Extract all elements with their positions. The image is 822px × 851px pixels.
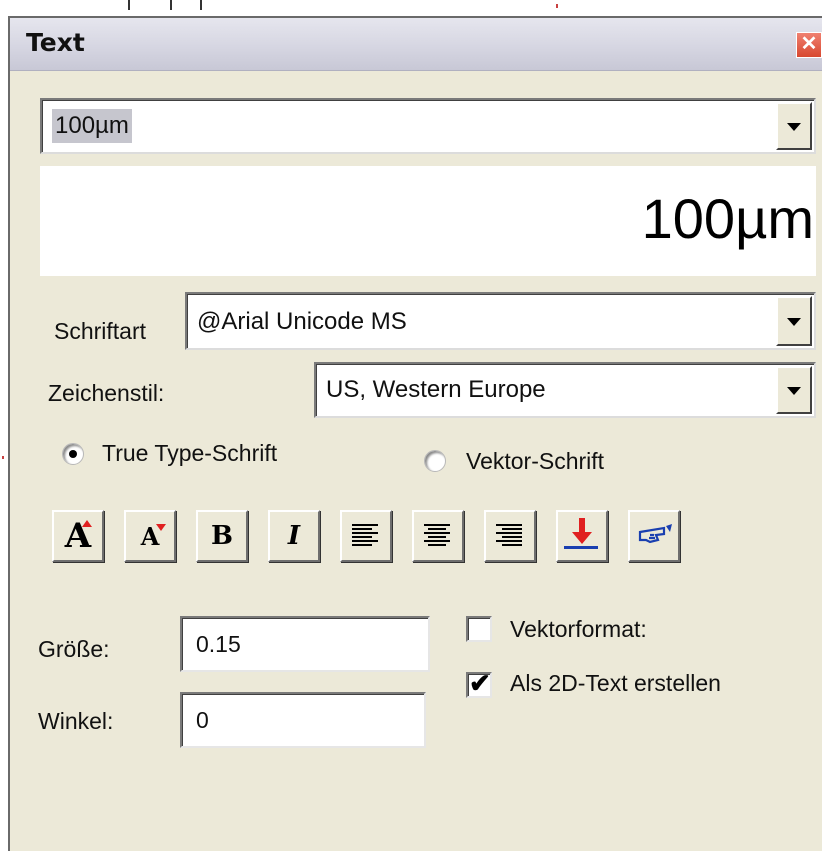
text-input-combo[interactable]: 100µm: [40, 98, 816, 154]
angle-input-value: 0: [196, 706, 209, 733]
as-2d-text-label: Als 2D-Text erstellen: [510, 670, 721, 696]
background-tick: [128, 0, 130, 10]
place-on-line-icon: [564, 518, 598, 549]
checkmark-icon: ✔: [469, 668, 491, 698]
preview-text: 100µm: [641, 187, 814, 250]
increase-font-size-button[interactable]: A: [52, 510, 104, 562]
vector-radio[interactable]: [424, 450, 446, 472]
background-tick: [170, 0, 172, 10]
align-left-button[interactable]: [340, 510, 392, 562]
text-input-dropdown-button[interactable]: [776, 102, 812, 150]
angle-label: Winkel:: [38, 708, 114, 734]
background-mark: [2, 456, 4, 459]
charset-select-value: US, Western Europe: [326, 376, 546, 403]
increase-font-size-icon: A: [64, 516, 92, 556]
truetype-radio[interactable]: [62, 443, 84, 465]
bold-icon: B: [211, 521, 233, 551]
text-preview: 100µm: [40, 166, 816, 276]
text-input-value: 100µm: [52, 109, 132, 143]
close-icon: ✕: [800, 33, 818, 55]
decrease-font-size-button[interactable]: A: [124, 510, 176, 562]
font-dropdown-button[interactable]: [776, 296, 812, 346]
size-label: Größe:: [38, 636, 110, 662]
font-label: Schriftart: [54, 318, 147, 344]
dialog-title: Text: [26, 28, 85, 57]
bold-button[interactable]: B: [196, 510, 248, 562]
background-tick: [200, 0, 202, 10]
close-button[interactable]: ✕: [796, 32, 822, 58]
up-arrow-icon: [82, 520, 92, 527]
text-dialog: Text ✕ 100µm 100µm Schriftart @Arial Uni…: [8, 16, 822, 851]
truetype-label: True Type-Schrift: [102, 440, 278, 466]
place-on-line-button[interactable]: [556, 510, 608, 562]
background-strip: [0, 0, 822, 16]
background-mark: [556, 4, 558, 8]
as-2d-text-checkbox[interactable]: ✔: [466, 668, 492, 698]
down-arrow-icon: [156, 524, 166, 531]
decrease-font-size-icon: A: [140, 521, 160, 551]
font-select-value: @Arial Unicode MS: [197, 308, 407, 335]
title-bar[interactable]: Text ✕: [10, 18, 822, 71]
size-input[interactable]: 0.15: [180, 616, 430, 672]
pointer-hand-button[interactable]: [628, 510, 680, 562]
align-right-icon: [496, 524, 522, 546]
italic-button[interactable]: I: [268, 510, 320, 562]
vector-format-label: Vektorformat:: [510, 616, 647, 642]
angle-input[interactable]: 0: [180, 692, 426, 748]
pointer-hand-icon: [638, 524, 672, 544]
align-center-button[interactable]: [412, 510, 464, 562]
italic-icon: I: [287, 521, 301, 551]
align-left-icon: [352, 524, 378, 546]
align-center-icon: [424, 524, 450, 546]
size-input-value: 0.15: [196, 630, 241, 657]
charset-select[interactable]: US, Western Europe: [314, 362, 816, 418]
vector-format-checkbox[interactable]: [466, 616, 492, 642]
charset-label: Zeichenstil:: [48, 380, 165, 406]
vector-label: Vektor-Schrift: [466, 448, 605, 474]
align-right-button[interactable]: [484, 510, 536, 562]
charset-dropdown-button[interactable]: [776, 366, 812, 414]
font-select[interactable]: @Arial Unicode MS: [185, 292, 816, 350]
